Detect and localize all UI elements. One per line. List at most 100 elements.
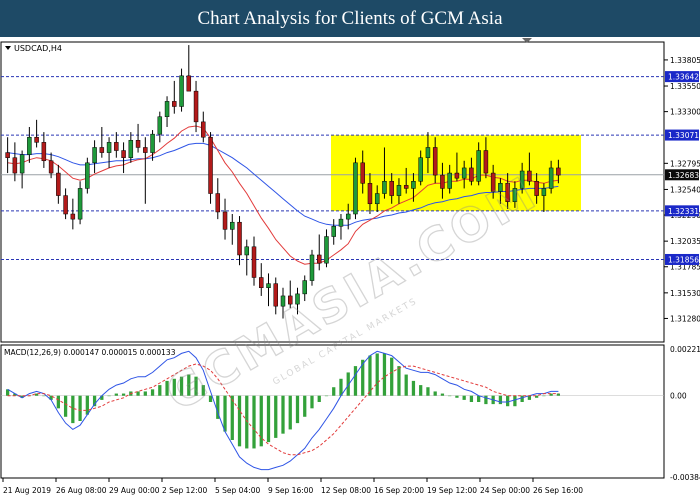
time-axis-label: 24 Sep 00:00: [480, 486, 530, 495]
candle-body: [5, 152, 10, 158]
time-axis-label: 21 Aug 2019: [3, 486, 51, 495]
level-price-tag-label: 1.33642: [668, 73, 699, 82]
candle-body: [374, 193, 380, 205]
chart-area[interactable]: GCMASIA.COM GLOBAL CAPITAL MARKETS USDCA…: [0, 37, 700, 500]
macd-histogram-bar: [252, 395, 256, 449]
macd-histogram-bar: [484, 395, 488, 405]
macd-histogram-bar: [404, 374, 408, 396]
macd-histogram-bar: [237, 395, 242, 447]
price-axis-label: 1.32540: [670, 185, 700, 194]
candle-body: [469, 167, 474, 182]
macd-histogram-bar: [426, 387, 430, 396]
macd-histogram-bar: [42, 395, 46, 397]
candle-body: [63, 195, 68, 215]
macd-histogram-bar: [542, 395, 546, 397]
candle-body: [164, 101, 170, 117]
macd-histogram-bar: [433, 391, 437, 396]
candle-body: [157, 116, 163, 135]
time-axis-label: 5 Sep 04:00: [215, 486, 261, 495]
candle-body: [259, 277, 264, 288]
macd-histogram-bar: [448, 395, 452, 397]
candle-body: [360, 162, 365, 184]
candle-body: [454, 172, 460, 179]
candle-body: [541, 188, 547, 196]
candle-body: [324, 236, 329, 264]
macd-histogram-bar: [274, 395, 278, 438]
macd-histogram-bar: [303, 395, 307, 417]
symbol-label: USDCAD,H4: [14, 44, 62, 53]
candle-body: [338, 218, 344, 227]
candle-body: [34, 136, 39, 143]
time-axis-label: 12 Sep 08:00: [321, 486, 371, 495]
time-axis-label: 16 Sep 20:00: [374, 486, 424, 495]
macd-histogram-bar: [390, 357, 394, 396]
candle-body: [403, 185, 409, 189]
candle-body: [440, 174, 445, 189]
candle-body: [418, 157, 423, 182]
current-price-tag-label: 1.32683: [668, 171, 699, 180]
price-axis-label: 1.31280: [670, 314, 700, 323]
candle-body: [476, 150, 481, 182]
macd-histogram-bar: [375, 353, 379, 396]
candle-body: [41, 142, 47, 162]
candle-body: [215, 193, 221, 213]
macd-histogram-bar: [71, 395, 75, 424]
candle: [208, 132, 213, 204]
chart-header-title: Chart Analysis for Clients of GCM Asia: [0, 0, 700, 37]
time-axis-label: 9 Sep 16:00: [268, 486, 314, 495]
macd-histogram-bar: [230, 395, 234, 440]
macd-histogram-bar: [78, 395, 82, 421]
macd-histogram-bar: [520, 395, 524, 402]
macd-histogram-bar: [295, 395, 300, 424]
macd-histogram-bar: [150, 389, 155, 396]
time-axis-label: 19 Sep 12:00: [427, 486, 477, 495]
macd-histogram-bar: [107, 395, 111, 397]
candle-body: [273, 283, 278, 307]
candle-body: [266, 283, 271, 288]
level-price-tag-label: 1.32331: [668, 207, 699, 216]
candle-body: [230, 221, 235, 230]
candle-body: [548, 167, 554, 189]
candle-body: [150, 133, 155, 153]
candle-body: [12, 157, 18, 174]
macd-histogram-bar: [114, 393, 118, 396]
candle: [353, 157, 358, 220]
macd-histogram-bar: [469, 395, 474, 402]
macd-histogram-bar: [419, 385, 423, 396]
macd-histogram-bar: [332, 387, 336, 396]
candle-body: [172, 101, 177, 107]
macd-histogram-bar: [411, 380, 416, 396]
candle-body: [56, 172, 61, 196]
candle-body: [201, 121, 206, 138]
candle-body: [27, 136, 32, 155]
candle-body: [186, 75, 192, 92]
candle-body: [70, 213, 76, 220]
candle-body: [483, 150, 489, 174]
macd-histogram-bar: [266, 395, 271, 443]
candle-body: [382, 180, 387, 194]
macd-histogram-bar: [440, 393, 445, 396]
macd-histogram-bar: [63, 395, 68, 417]
macd-histogram-bar: [455, 395, 459, 398]
macd-histogram-bar: [85, 395, 89, 415]
level-price-tag-label: 1.33071: [668, 131, 699, 140]
macd-histogram-bar: [513, 395, 517, 407]
candle-body: [556, 167, 561, 176]
candle-body: [114, 142, 119, 151]
macd-histogram-bar: [382, 353, 387, 396]
candle-body: [316, 254, 322, 264]
candle-body: [121, 150, 126, 158]
candle-body: [331, 226, 336, 237]
macd-axis-label: 0.00: [670, 392, 687, 401]
candle-body: [92, 147, 97, 164]
candle-body: [345, 213, 351, 220]
macd-histogram-bar: [158, 385, 162, 396]
macd-histogram-bar: [506, 395, 510, 407]
candle-body: [48, 160, 54, 174]
time-axis-label: 26 Sep 16:00: [533, 486, 583, 495]
macd-histogram-bar: [223, 395, 227, 432]
candle-body: [244, 246, 250, 256]
candle-body: [85, 162, 90, 189]
price-axis-label: 1.32035: [670, 237, 700, 246]
candle-body: [396, 185, 402, 196]
